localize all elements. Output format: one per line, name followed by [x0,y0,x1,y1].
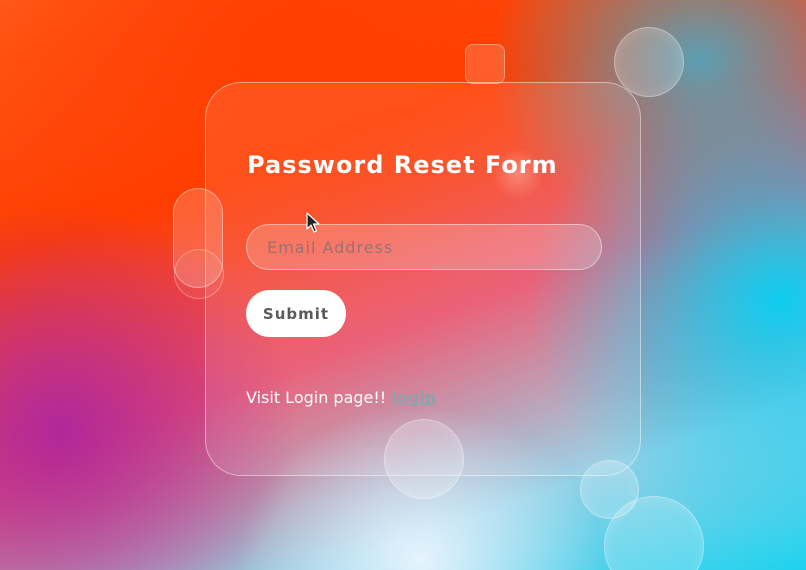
password-reset-card: Password Reset Form Submit Visit Login p… [205,82,641,476]
footer-text: Visit Login page!! [246,388,392,407]
decorative-bubble-top-right [614,27,684,97]
decorative-glow [492,148,544,200]
submit-button[interactable]: Submit [246,290,346,337]
email-input[interactable] [246,224,602,270]
mouse-pointer-icon [306,212,320,233]
login-link[interactable]: login [391,388,436,407]
decorative-bubble-bottom-center [384,419,464,499]
login-footer: Visit Login page!! login [246,388,436,407]
decorative-square [465,44,505,84]
